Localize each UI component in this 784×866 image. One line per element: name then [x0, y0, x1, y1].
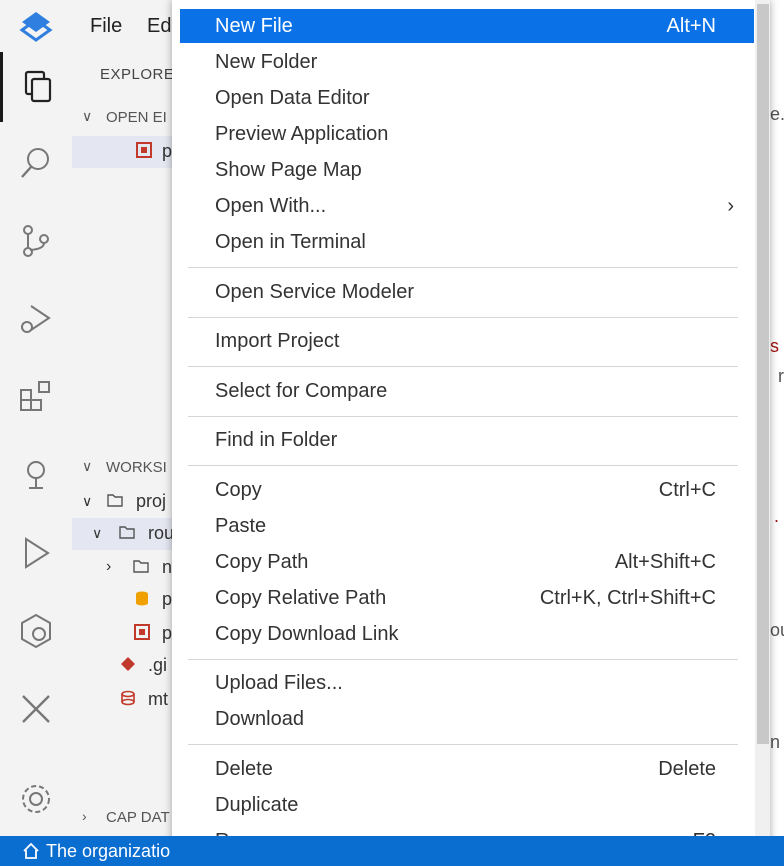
database-icon — [120, 690, 136, 706]
explorer-title: EXPLORE — [100, 66, 175, 83]
status-text[interactable]: The organizatio — [46, 841, 170, 862]
list-item[interactable]: p — [72, 584, 182, 616]
file-html-icon — [136, 142, 152, 158]
open-editors-section[interactable]: ∨ OPEN EI — [72, 102, 182, 134]
list-item[interactable]: mt — [72, 684, 182, 716]
folder-icon — [106, 492, 123, 508]
menu-item-paste[interactable]: Paste — [180, 509, 754, 543]
git-icon — [120, 656, 136, 672]
panel-text: n — [770, 732, 781, 752]
explorer-sidebar: EXPLORE ∨ OPEN EI p ∨ WORKSI ∨ proj ∨ ro… — [72, 52, 182, 836]
list-item[interactable]: ∨ rou — [72, 518, 182, 550]
menu-file[interactable]: File — [90, 15, 122, 38]
settings-gear-icon[interactable] — [0, 764, 72, 834]
context-menu: New File Alt+N New Folder Open Data Edit… — [172, 0, 770, 866]
menu-edit[interactable]: Ed — [147, 15, 171, 38]
menu-separator — [188, 366, 738, 367]
menu-item-open-data-editor[interactable]: Open Data Editor — [180, 81, 754, 115]
menu-bar: File Ed — [72, 0, 182, 52]
menu-item-select-for-compare[interactable]: Select for Compare — [180, 374, 754, 408]
menu-item-open-service-modeler[interactable]: Open Service Modeler — [180, 275, 754, 309]
chevron-down-icon: ∨ — [92, 525, 103, 541]
status-bar: The organizatio — [0, 836, 784, 866]
list-item[interactable]: p — [72, 618, 182, 650]
menu-separator — [188, 317, 738, 318]
chevron-down-icon: ∨ — [82, 108, 93, 124]
home-icon[interactable] — [22, 842, 40, 860]
menu-separator — [188, 465, 738, 466]
editor-text: . — [774, 506, 780, 526]
menu-item-copy[interactable]: Copy Ctrl+C — [180, 473, 754, 507]
list-item[interactable]: p — [72, 136, 182, 168]
menu-item-download[interactable]: Download — [180, 702, 754, 736]
app-logo-icon[interactable] — [18, 8, 54, 44]
chevron-down-icon: ∨ — [82, 493, 93, 509]
search-icon[interactable] — [0, 128, 72, 198]
menu-item-find-in-folder[interactable]: Find in Folder — [180, 423, 754, 457]
menu-separator — [188, 267, 738, 268]
menu-item-import-project[interactable]: Import Project — [180, 324, 754, 358]
run-icon[interactable] — [0, 518, 72, 588]
tools-icon[interactable] — [0, 674, 72, 744]
list-item[interactable]: .gi — [72, 650, 182, 682]
menu-item-copy-path[interactable]: Copy Path Alt+Shift+C — [180, 545, 754, 579]
menu-separator — [188, 744, 738, 745]
service-center-icon[interactable] — [0, 596, 72, 666]
file-html-icon — [134, 624, 150, 640]
workspace-section[interactable]: ∨ WORKSI — [72, 452, 182, 484]
panel-text: ou — [770, 620, 784, 640]
menu-item-open-in-terminal[interactable]: Open in Terminal — [180, 225, 754, 259]
menu-item-delete[interactable]: Delete Delete — [180, 752, 754, 786]
list-item[interactable]: ∨ proj — [72, 486, 182, 518]
chevron-right-icon: › — [727, 195, 734, 217]
context-menu-scrollbar-thumb[interactable] — [757, 4, 769, 744]
menu-item-preview-application[interactable]: Preview Application — [180, 117, 754, 151]
database-icon — [134, 590, 150, 606]
run-debug-icon[interactable] — [0, 284, 72, 354]
editor-tab-text: e.j — [770, 104, 784, 124]
menu-separator — [188, 659, 738, 660]
chevron-right-icon: › — [82, 808, 87, 824]
list-item[interactable]: › n — [72, 552, 182, 584]
cap-data-section[interactable]: › CAP DAT — [72, 802, 182, 834]
chevron-right-icon: › — [106, 558, 112, 575]
folder-icon — [132, 558, 149, 574]
menu-item-duplicate[interactable]: Duplicate — [180, 788, 754, 822]
remote-explorer-icon[interactable] — [0, 440, 72, 510]
folder-icon — [118, 524, 135, 540]
explorer-icon[interactable] — [0, 52, 72, 122]
menu-item-copy-download-link[interactable]: Copy Download Link — [180, 617, 754, 651]
source-control-icon[interactable] — [0, 206, 72, 276]
menu-item-new-folder[interactable]: New Folder — [180, 45, 754, 79]
chevron-down-icon: ∨ — [82, 458, 93, 474]
editor-text: r — [778, 366, 784, 386]
menu-item-open-with[interactable]: Open With... › — [180, 189, 754, 223]
menu-item-show-page-map[interactable]: Show Page Map — [180, 153, 754, 187]
menu-item-copy-relative-path[interactable]: Copy Relative Path Ctrl+K, Ctrl+Shift+C — [180, 581, 754, 615]
editor-text: s — [770, 336, 779, 356]
extensions-icon[interactable] — [0, 362, 72, 432]
menu-item-new-file[interactable]: New File Alt+N — [180, 9, 754, 43]
menu-item-upload-files[interactable]: Upload Files... — [180, 666, 754, 700]
activity-bar — [0, 0, 73, 836]
menu-separator — [188, 416, 738, 417]
